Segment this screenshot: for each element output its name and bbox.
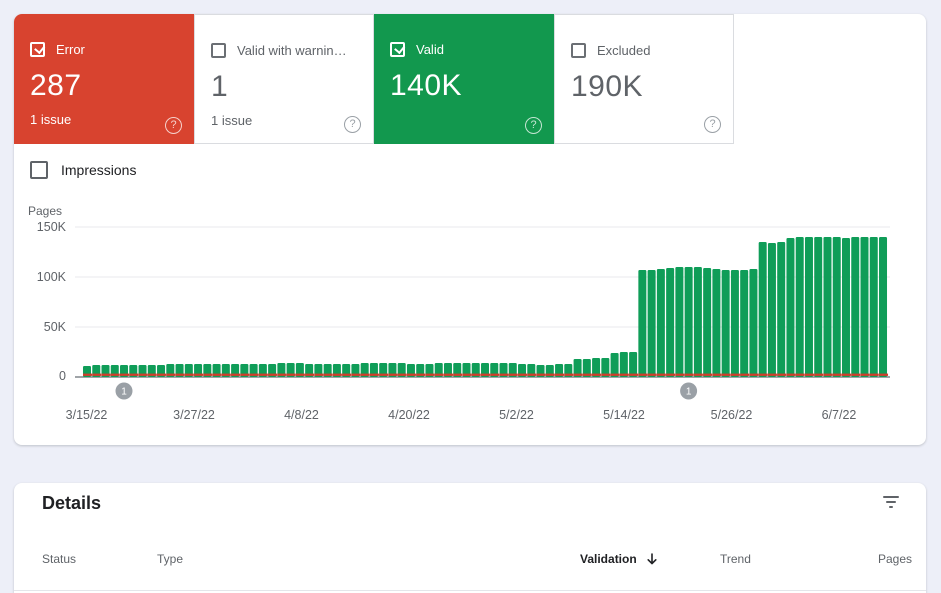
- status-card-subtext: 1 issue: [30, 112, 178, 127]
- status-card-error[interactable]: Error 287 1 issue: [14, 14, 194, 144]
- impressions-toggle[interactable]: Impressions: [30, 161, 136, 179]
- status-card-label: Valid with warnin…: [237, 43, 347, 58]
- svg-text:4/8/22: 4/8/22: [284, 408, 319, 422]
- status-card-label: Error: [56, 42, 85, 57]
- status-card-valid-with-warnings[interactable]: Valid with warnin… 1 1 issue: [194, 14, 374, 144]
- svg-text:1: 1: [121, 387, 127, 398]
- checkbox-checked-icon[interactable]: [390, 42, 405, 57]
- coverage-summary-panel: Error 287 1 issue Valid with warnin… 1 1…: [14, 14, 926, 445]
- checkbox-unchecked-icon[interactable]: [211, 43, 226, 58]
- svg-text:1: 1: [686, 387, 692, 398]
- svg-text:5/14/22: 5/14/22: [603, 408, 645, 422]
- svg-text:4/20/22: 4/20/22: [388, 408, 430, 422]
- help-icon[interactable]: [704, 116, 721, 133]
- status-card-label: Valid: [416, 42, 444, 57]
- svg-text:100K: 100K: [37, 270, 67, 284]
- svg-text:6/7/22: 6/7/22: [822, 408, 857, 422]
- status-cards-row: Error 287 1 issue Valid with warnin… 1 1…: [14, 14, 926, 144]
- status-card-valid[interactable]: Valid 140K: [374, 14, 554, 144]
- svg-text:5/26/22: 5/26/22: [711, 408, 753, 422]
- status-card-label: Excluded: [597, 43, 650, 58]
- svg-text:3/15/22: 3/15/22: [66, 408, 108, 422]
- details-panel: Details Status Type Validation Trend Pag…: [14, 483, 926, 593]
- column-header-status[interactable]: Status: [42, 552, 76, 566]
- status-card-value: 287: [30, 69, 178, 103]
- svg-text:0: 0: [59, 369, 66, 383]
- checkbox-checked-icon[interactable]: [30, 42, 45, 57]
- svg-text:50K: 50K: [44, 320, 67, 334]
- help-icon[interactable]: [165, 117, 182, 134]
- column-header-label: Validation: [580, 552, 637, 566]
- column-header-trend[interactable]: Trend: [720, 552, 751, 566]
- status-card-excluded[interactable]: Excluded 190K: [554, 14, 734, 144]
- pages-bar-chart[interactable]: 150K 100K 50K 0 3/15/22 3/27/22 4/8/22 4/20/22 5…: [14, 220, 926, 435]
- column-header-validation[interactable]: Validation: [580, 552, 659, 566]
- status-card-subtext: 1 issue: [211, 113, 357, 128]
- chart-y-axis-title: Pages: [28, 204, 62, 218]
- status-card-value: 140K: [390, 69, 538, 103]
- help-icon[interactable]: [344, 116, 361, 133]
- index-coverage-report: Error 287 1 issue Valid with warnin… 1 1…: [0, 0, 941, 593]
- svg-text:5/2/22: 5/2/22: [499, 408, 534, 422]
- column-header-pages[interactable]: Pages: [854, 552, 912, 566]
- status-card-value: 1: [211, 70, 357, 104]
- details-title: Details: [42, 493, 101, 514]
- svg-text:150K: 150K: [37, 220, 67, 234]
- table-header-divider: [14, 590, 926, 591]
- status-card-value: 190K: [571, 70, 717, 104]
- column-header-type[interactable]: Type: [157, 552, 183, 566]
- help-icon[interactable]: [525, 117, 542, 134]
- checkbox-unchecked-icon[interactable]: [30, 161, 48, 179]
- sort-descending-icon: [645, 552, 659, 566]
- checkbox-unchecked-icon[interactable]: [571, 43, 586, 58]
- filter-list-icon[interactable]: [883, 496, 899, 510]
- impressions-label: Impressions: [61, 162, 136, 178]
- svg-text:3/27/22: 3/27/22: [173, 408, 215, 422]
